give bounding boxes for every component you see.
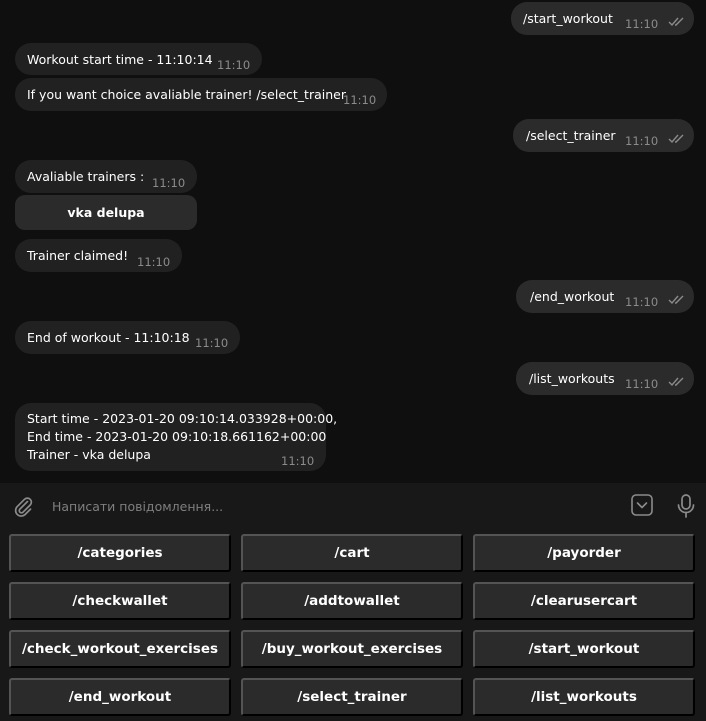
message-text: Avaliable trainers : — [27, 169, 145, 184]
double-check-icon — [668, 295, 684, 305]
message-time: 11:10 — [281, 454, 315, 468]
message-outgoing[interactable]: /list_workouts 11:10 — [516, 362, 694, 395]
message-composer — [0, 483, 706, 528]
keyboard-toggle-icon[interactable] — [630, 493, 654, 517]
message-time: 11:10 — [625, 295, 659, 309]
reply-keyboard: /categories /cart /payorder /checkwallet… — [0, 528, 706, 721]
message-line-end: End time - 2023-01-20 09:10:18.661162+00… — [27, 429, 327, 444]
message-outgoing[interactable]: /start_workout 11:10 — [511, 2, 694, 35]
message-text: /select_trainer — [526, 128, 616, 143]
message-outgoing[interactable]: /end_workout 11:10 — [516, 280, 694, 313]
keyboard-button-list-workouts[interactable]: /list_workouts — [473, 678, 695, 716]
message-text: /list_workouts — [529, 371, 615, 386]
inline-button-trainer[interactable]: vka delupa — [15, 195, 197, 230]
message-incoming[interactable]: Start time - 2023-01-20 09:10:14.033928+… — [15, 403, 337, 471]
message-text: /end_workout — [530, 289, 615, 304]
message-time: 11:10 — [137, 255, 171, 269]
keyboard-button-buy-workout-exercises[interactable]: /buy_workout_exercises — [241, 630, 463, 668]
message-text: Trainer claimed! — [27, 248, 129, 263]
message-outgoing[interactable]: /select_trainer 11:10 — [513, 119, 694, 152]
microphone-icon[interactable] — [675, 493, 697, 519]
double-check-icon — [668, 134, 684, 144]
message-time: 11:10 — [152, 176, 186, 190]
message-line-trainer: Trainer - vka delupa — [27, 447, 151, 462]
message-time: 11:10 — [625, 17, 659, 31]
keyboard-button-checkwallet[interactable]: /checkwallet — [9, 582, 231, 620]
double-check-icon — [668, 17, 684, 27]
message-time: 11:10 — [343, 93, 377, 107]
paperclip-icon[interactable] — [11, 494, 35, 518]
keyboard-button-addtowallet[interactable]: /addtowallet — [241, 582, 463, 620]
keyboard-button-clearusercart[interactable]: /clearusercart — [473, 582, 695, 620]
keyboard-button-check-workout-exercises[interactable]: /check_workout_exercises — [9, 630, 231, 668]
keyboard-button-cart[interactable]: /cart — [241, 534, 463, 572]
keyboard-button-select-trainer[interactable]: /select_trainer — [241, 678, 463, 716]
double-check-icon — [668, 377, 684, 387]
message-time: 11:10 — [217, 58, 251, 72]
message-incoming[interactable]: End of workout - 11:10:18 11:10 — [15, 321, 240, 354]
message-time: 11:10 — [625, 377, 659, 391]
keyboard-button-categories[interactable]: /categories — [9, 534, 231, 572]
message-text: Workout start time - 11:10:14 — [27, 52, 213, 67]
message-input[interactable] — [44, 491, 604, 521]
message-incoming[interactable]: Avaliable trainers : 11:10 — [15, 160, 197, 193]
keyboard-button-payorder[interactable]: /payorder — [473, 534, 695, 572]
message-time: 11:10 — [195, 336, 229, 350]
message-incoming[interactable]: If you want choice avaliable trainer! /s… — [15, 78, 387, 111]
keyboard-button-end-workout[interactable]: /end_workout — [9, 678, 231, 716]
message-text: /start_workout — [523, 11, 613, 26]
message-incoming[interactable]: Workout start time - 11:10:14 11:10 — [15, 43, 262, 75]
message-text: If you want choice avaliable trainer! /s… — [27, 87, 346, 102]
message-time: 11:10 — [625, 134, 659, 148]
message-line-start: Start time - 2023-01-20 09:10:14.033928+… — [27, 411, 338, 426]
message-text: End of workout - 11:10:18 — [27, 330, 190, 345]
keyboard-button-start-workout[interactable]: /start_workout — [473, 630, 695, 668]
message-incoming[interactable]: Trainer claimed! 11:10 — [15, 239, 182, 272]
chat-history[interactable]: /start_workout 11:10 Workout start time … — [0, 0, 706, 483]
